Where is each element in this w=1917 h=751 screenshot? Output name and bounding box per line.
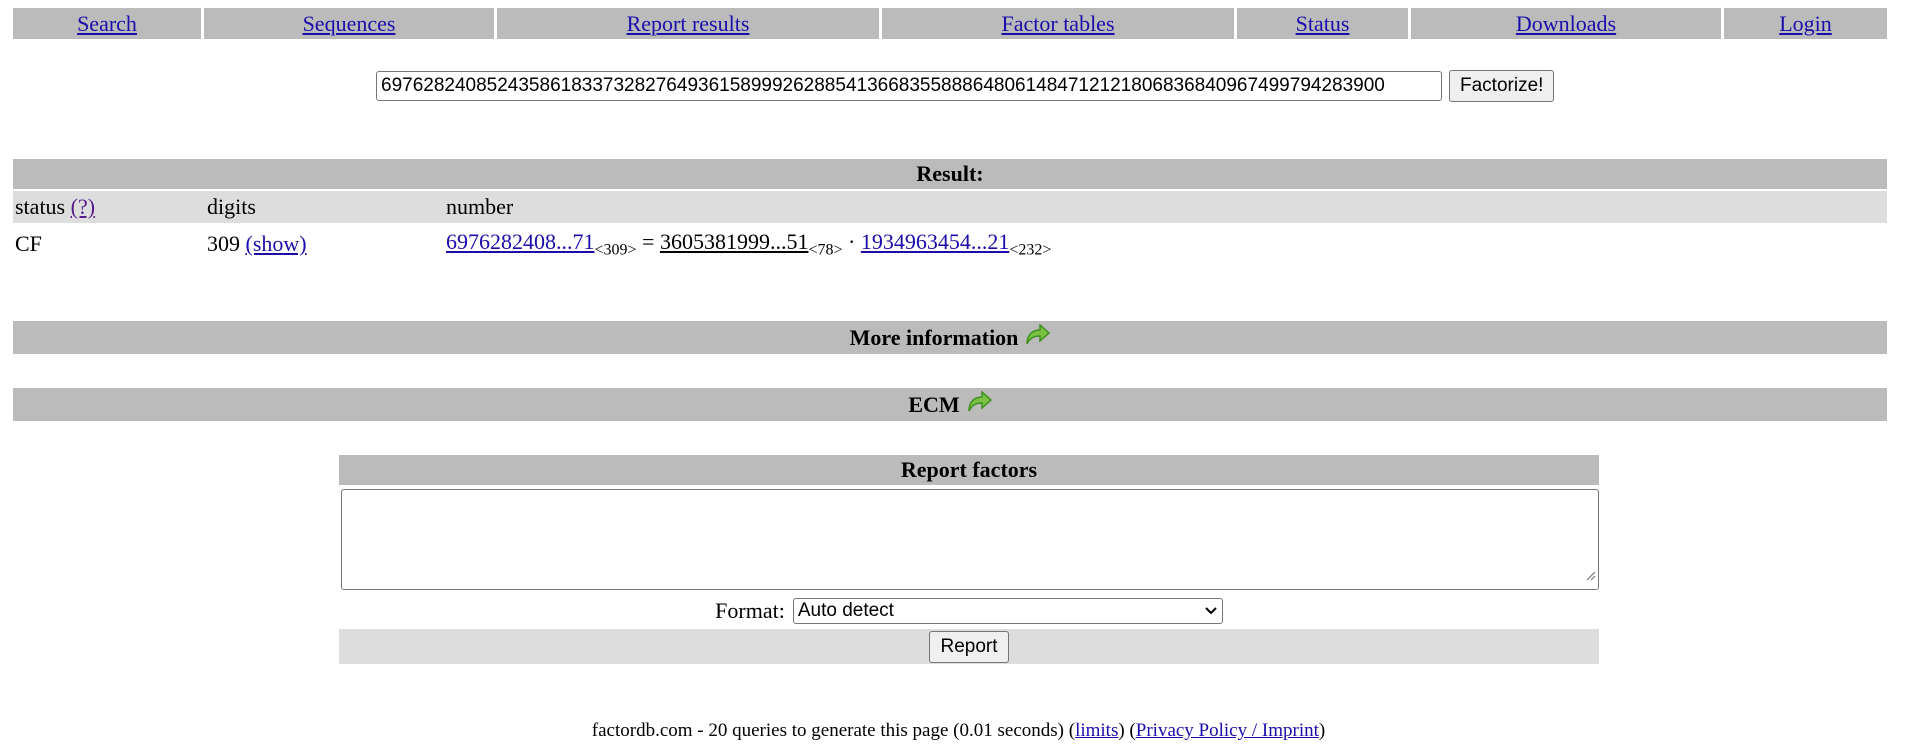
multiply-dot: · xyxy=(848,228,856,254)
ecm-bar[interactable]: ECM xyxy=(13,388,1887,421)
nav-link-downloads[interactable]: Downloads xyxy=(1516,11,1616,37)
format-row: Format: Auto detect xyxy=(339,596,1599,626)
privacy-link[interactable]: Privacy Policy / Imprint xyxy=(1136,720,1319,741)
nav-cell-sequences: Sequences xyxy=(204,8,494,39)
resize-handle-icon[interactable] xyxy=(1584,561,1596,587)
factor-1-digit-count: <78> xyxy=(808,241,843,259)
number-cell: 6976282408...71<309> = 3605381999...51<7… xyxy=(446,229,1051,259)
equals-sign: = xyxy=(642,228,655,254)
nav-link-status[interactable]: Status xyxy=(1296,11,1350,37)
footer-separator: ) ( xyxy=(1118,720,1136,741)
nav-cell-status: Status xyxy=(1237,8,1408,39)
digits-cell: 309 (show) xyxy=(207,231,307,257)
report-button-row: Report xyxy=(339,629,1599,664)
factor-2-digit-count: <232> xyxy=(1009,241,1052,259)
more-information-label: More information xyxy=(849,324,1019,350)
nav-link-search[interactable]: Search xyxy=(77,11,137,37)
factorize-button[interactable]: Factorize! xyxy=(1449,70,1555,102)
status-header: status (?) xyxy=(15,194,95,220)
chevron-down-icon xyxy=(1204,600,1218,622)
status-help-link[interactable]: (?) xyxy=(71,194,95,219)
number-link[interactable]: 6976282408...71 xyxy=(446,229,595,254)
nav-cell-downloads: Downloads xyxy=(1411,8,1721,39)
expand-arrow-icon[interactable] xyxy=(966,389,992,419)
nav-cell-login: Login xyxy=(1724,8,1887,39)
nav-cell-report-results: Report results xyxy=(497,8,879,39)
expand-arrow-icon[interactable] xyxy=(1024,322,1051,352)
search-row: 6976282408524358618337328276493615899926… xyxy=(376,70,1555,102)
nav-cell-search: Search xyxy=(13,8,201,39)
report-factors-textarea[interactable] xyxy=(341,489,1599,590)
number-digit-count: <309> xyxy=(594,241,637,259)
report-button[interactable]: Report xyxy=(929,630,1009,663)
limits-link[interactable]: limits xyxy=(1075,720,1118,741)
format-select[interactable]: Auto detect xyxy=(792,598,1223,624)
top-nav: Search Sequences Report results Factor t… xyxy=(13,8,1887,39)
result-heading: Result: xyxy=(13,159,1887,189)
number-input[interactable]: 6976282408524358618337328276493615899926… xyxy=(376,71,1442,101)
format-selected-value: Auto detect xyxy=(797,600,894,621)
factor-link-1[interactable]: 3605381999...51 xyxy=(660,229,809,254)
nav-link-sequences[interactable]: Sequences xyxy=(303,11,396,37)
nav-link-factor-tables[interactable]: Factor tables xyxy=(1001,11,1114,37)
result-header-row: status (?) digits number xyxy=(13,191,1887,223)
number-header: number xyxy=(446,194,514,219)
nav-cell-factor-tables: Factor tables xyxy=(882,8,1234,39)
report-factors-heading: Report factors xyxy=(339,455,1599,485)
digits-value: 309 xyxy=(207,231,240,256)
footer-end: ) xyxy=(1318,720,1326,741)
ecm-label: ECM xyxy=(908,391,960,417)
format-label: Format: xyxy=(715,598,785,623)
footer-text: factordb.com - 20 queries to generate th… xyxy=(591,720,1076,741)
more-information-bar[interactable]: More information xyxy=(13,321,1887,354)
digits-header: digits xyxy=(207,194,256,219)
factor-link-2[interactable]: 1934963454...21 xyxy=(861,229,1010,254)
nav-link-login[interactable]: Login xyxy=(1779,11,1832,37)
status-header-label: status xyxy=(15,194,66,219)
footer: factordb.com - 20 queries to generate th… xyxy=(0,720,1917,742)
show-digits-link[interactable]: (show) xyxy=(246,231,307,256)
status-value: CF xyxy=(15,231,42,256)
result-row: CF 309 (show) 6976282408...71<309> = 360… xyxy=(13,226,1887,262)
nav-link-report-results[interactable]: Report results xyxy=(627,11,750,37)
